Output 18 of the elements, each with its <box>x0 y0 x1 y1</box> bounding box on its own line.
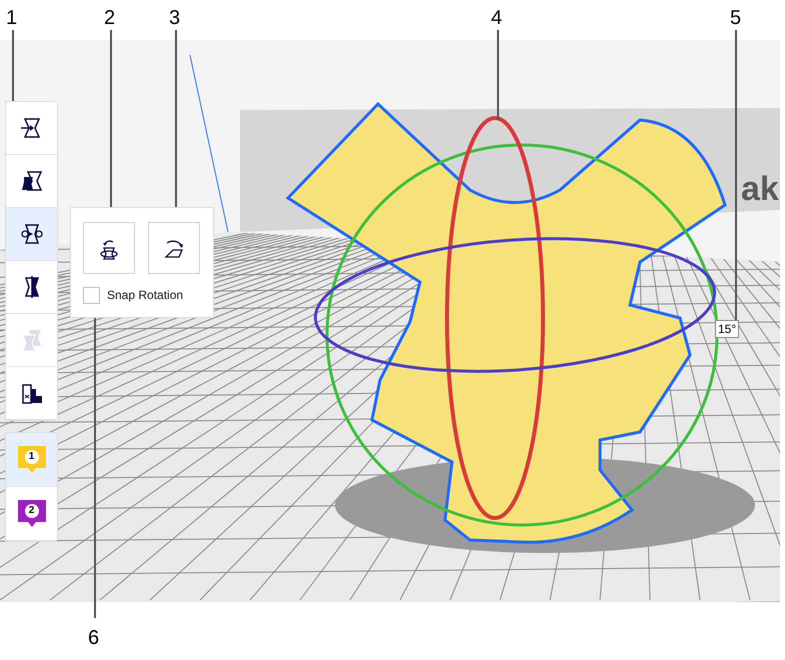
reset-rotation-button[interactable] <box>83 222 135 274</box>
rotation-angle-label: 15° <box>715 320 740 338</box>
snap-rotation-checkbox[interactable] <box>83 286 100 304</box>
callout-number: 5 <box>730 8 742 28</box>
lay-flat-button[interactable] <box>148 222 200 274</box>
rotation-ring[interactable] <box>326 144 718 526</box>
rotation-ring[interactable] <box>314 237 716 373</box>
callout-number: 3 <box>169 8 180 28</box>
snap-rotation-label: Snap Rotation <box>107 287 184 304</box>
extruder-button[interactable]: 1 <box>6 433 57 487</box>
move-tool-button[interactable] <box>6 102 57 155</box>
rotation-ring[interactable] <box>445 116 545 520</box>
back-plate-text: ak <box>741 172 779 206</box>
callout-number: 4 <box>491 8 502 28</box>
callout-number: 2 <box>104 8 116 28</box>
callout-number: 1 <box>6 8 18 28</box>
rotate-tool-button[interactable] <box>6 208 57 261</box>
callout-number: 6 <box>88 628 100 648</box>
